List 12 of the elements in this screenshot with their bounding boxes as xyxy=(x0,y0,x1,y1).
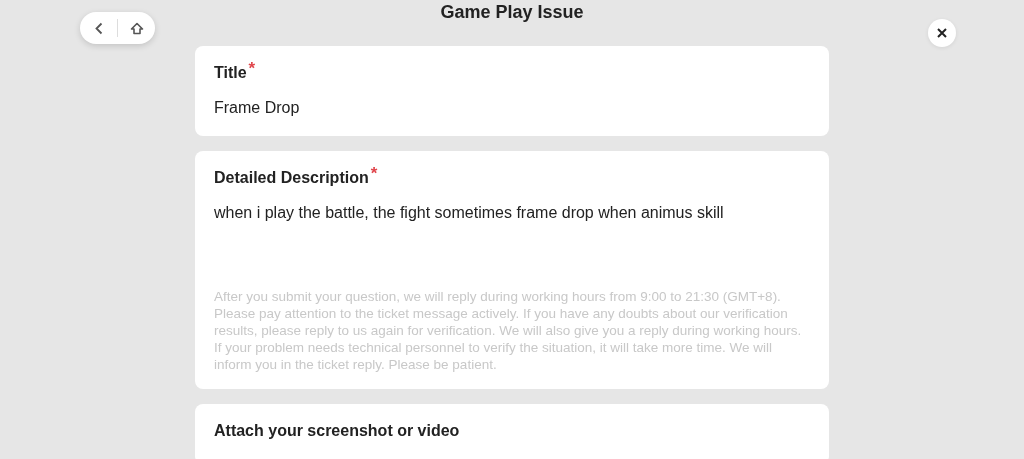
back-icon xyxy=(94,21,103,35)
description-field[interactable]: when i play the battle, the fight sometimes frame drop when animus skill xyxy=(214,204,810,288)
required-mark: * xyxy=(248,59,256,78)
title-field[interactable]: Frame Drop xyxy=(214,99,810,117)
field-label: Attach your screenshot or video xyxy=(214,422,460,439)
close-button[interactable] xyxy=(928,19,956,47)
required-mark: * xyxy=(370,164,378,183)
field-label: Title xyxy=(214,64,247,81)
home-icon xyxy=(129,21,144,35)
page-title: Game Play Issue xyxy=(439,1,585,24)
close-icon xyxy=(937,28,947,38)
field-label: Detailed Description xyxy=(214,169,369,186)
